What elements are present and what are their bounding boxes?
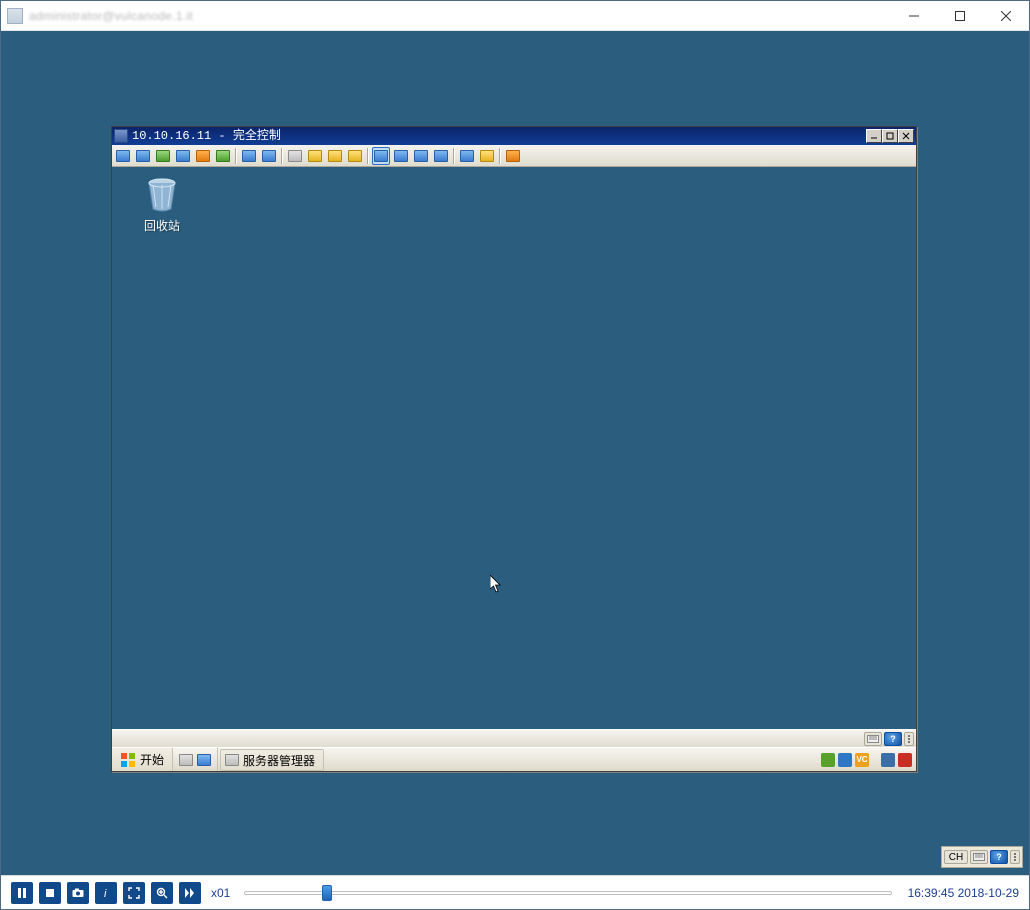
- remote-smallbar: ?: [112, 729, 916, 747]
- inner-maximize-button[interactable]: [882, 129, 898, 143]
- stop-icon[interactable]: [504, 147, 522, 165]
- zoom-button[interactable]: [151, 882, 173, 904]
- window-title: administrator@vulcanode.1.it: [29, 9, 891, 23]
- stop-button[interactable]: [39, 882, 61, 904]
- toolbar-separator: [235, 148, 237, 164]
- window-mode-icon[interactable]: [372, 147, 390, 165]
- inner-app-icon: [114, 129, 128, 143]
- outer-desktop-area: 10.10.16.11 - 完全控制: [1, 31, 1029, 875]
- quick-launch: [173, 748, 218, 771]
- playback-timestamp: 16:39:45 2018-10-29: [908, 886, 1019, 900]
- inner-window-title: 10.10.16.11 - 完全控制: [132, 127, 862, 145]
- keyboard-icon[interactable]: [864, 732, 882, 746]
- maximize-button[interactable]: [937, 1, 983, 30]
- outer-lang-panel: CH ?: [941, 846, 1023, 868]
- toolbar-separator: [281, 148, 283, 164]
- inner-close-button[interactable]: [898, 129, 914, 143]
- help-icon[interactable]: ?: [990, 850, 1008, 864]
- tray-vc-icon[interactable]: VC: [855, 753, 869, 767]
- application-window: administrator@vulcanode.1.it 10.10.16.11…: [0, 0, 1030, 910]
- options-icon[interactable]: [904, 732, 914, 746]
- inner-toolbar: [112, 145, 916, 167]
- monitor-icon[interactable]: [114, 147, 132, 165]
- send-icon[interactable]: [154, 147, 172, 165]
- window-controls: [891, 1, 1029, 30]
- system-tray: VC: [817, 748, 916, 771]
- snapshot-button[interactable]: [67, 882, 89, 904]
- fullscreen-button[interactable]: [123, 882, 145, 904]
- windows-logo-icon: [120, 752, 136, 768]
- recycle-bin-glyph: [142, 175, 182, 215]
- playback-speed: x01: [211, 886, 230, 900]
- taskbar-item-label: 服务器管理器: [243, 752, 315, 769]
- clipboard-icon[interactable]: [458, 147, 476, 165]
- tray-network-icon[interactable]: [838, 753, 852, 767]
- mouse-icon[interactable]: [286, 147, 304, 165]
- recycle-bin-label: 回收站: [132, 217, 192, 234]
- help-icon[interactable]: ?: [884, 732, 902, 746]
- options-icon[interactable]: [1010, 850, 1020, 864]
- info-button[interactable]: i: [95, 882, 117, 904]
- receive-icon[interactable]: [174, 147, 192, 165]
- language-label: CH: [949, 852, 963, 863]
- network-icon[interactable]: [306, 147, 324, 165]
- progress-slider[interactable]: [244, 883, 891, 903]
- server-manager-icon: [225, 754, 239, 766]
- inner-titlebar[interactable]: 10.10.16.11 - 完全控制: [112, 127, 916, 145]
- tray-sound-icon[interactable]: [881, 753, 895, 767]
- settings-icon[interactable]: [478, 147, 496, 165]
- desktop-icon[interactable]: [197, 754, 211, 766]
- keyboard-icon[interactable]: [970, 850, 988, 864]
- start-label: 开始: [140, 751, 164, 768]
- playback-bar: i x01 16:39:45 2018-10-29: [1, 875, 1029, 909]
- remote-control-window: 10.10.16.11 - 完全控制: [111, 126, 917, 772]
- chat-icon[interactable]: [260, 147, 278, 165]
- inner-minimize-button[interactable]: [866, 129, 882, 143]
- language-button[interactable]: CH: [944, 850, 968, 864]
- fit-icon[interactable]: [432, 147, 450, 165]
- upload-icon[interactable]: [346, 147, 364, 165]
- slider-thumb[interactable]: [322, 885, 332, 901]
- outer-titlebar: administrator@vulcanode.1.it: [1, 1, 1029, 31]
- scale-icon[interactable]: [412, 147, 430, 165]
- phone-icon[interactable]: [240, 147, 258, 165]
- recycle-bin-icon[interactable]: 回收站: [132, 175, 192, 234]
- power-icon[interactable]: [194, 147, 212, 165]
- app-icon: [7, 8, 23, 24]
- tray-shield-icon[interactable]: [821, 753, 835, 767]
- screen-icon[interactable]: [134, 147, 152, 165]
- explorer-icon[interactable]: [179, 754, 193, 766]
- pause-button[interactable]: [11, 882, 33, 904]
- toolbar-separator: [499, 148, 501, 164]
- fullscreen-icon[interactable]: [392, 147, 410, 165]
- minimize-button[interactable]: [891, 1, 937, 30]
- folder-icon[interactable]: [326, 147, 344, 165]
- refresh-icon[interactable]: [214, 147, 232, 165]
- remote-desktop[interactable]: 回收站: [112, 167, 916, 729]
- toolbar-separator: [453, 148, 455, 164]
- taskbar-item[interactable]: 服务器管理器: [220, 749, 324, 771]
- svg-text:i: i: [104, 888, 107, 899]
- close-button[interactable]: [983, 1, 1029, 30]
- tray-alert-icon[interactable]: [898, 753, 912, 767]
- start-button[interactable]: 开始: [112, 748, 173, 771]
- remote-taskbar: 开始 服务器管理器 VC: [112, 747, 916, 771]
- fast-forward-button[interactable]: [179, 882, 201, 904]
- cursor-icon: [490, 575, 502, 593]
- toolbar-separator: [367, 148, 369, 164]
